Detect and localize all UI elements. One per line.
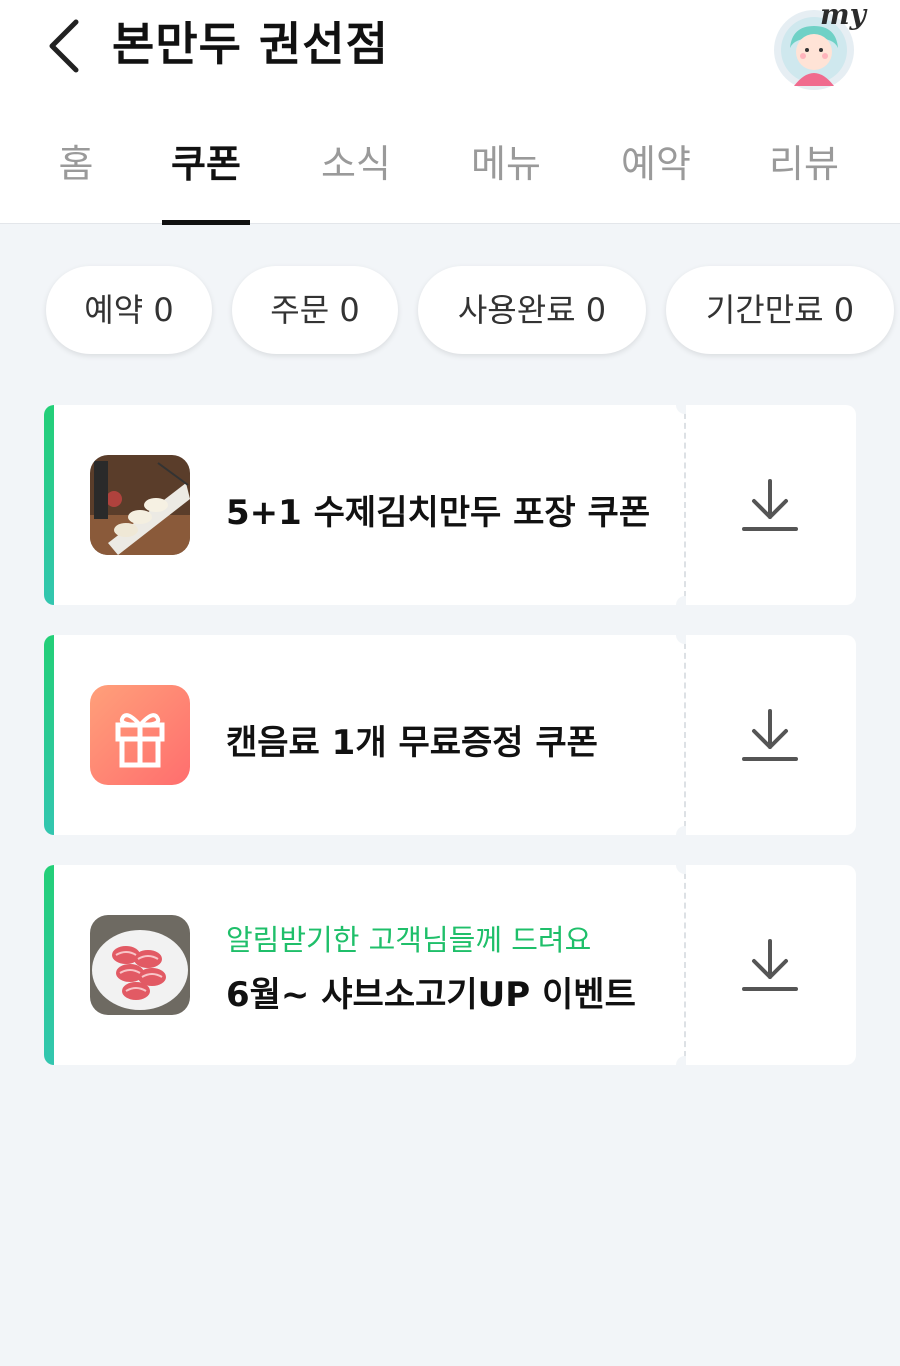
coupon-thumbnail-dumpling: [90, 455, 190, 555]
coupon-title: 5+1 수제김치만두 포장 쿠폰: [226, 493, 651, 533]
tab-news[interactable]: 소식: [312, 134, 400, 194]
coupon-body[interactable]: 5+1 수제김치만두 포장 쿠폰: [44, 405, 686, 605]
page-title: 본만두 권선점: [112, 17, 389, 71]
coupon-accent-bar: [44, 405, 54, 605]
coupon-title: 캔음료 1개 무료증정 쿠폰: [226, 723, 598, 763]
app-header: 본만두 권선점 my 홈 쿠폰 소식 메뉴 예약 리뷰: [0, 0, 900, 225]
coupon-card: 캔음료 1개 무료증정 쿠폰: [44, 626, 856, 844]
tab-reservation[interactable]: 예약: [612, 134, 700, 194]
filter-order[interactable]: 주문 0: [232, 266, 398, 354]
download-icon: [742, 939, 798, 991]
filter-reservation[interactable]: 예약 0: [46, 266, 212, 354]
coupon-card: 알림받기한 고객님들께 드려요 6월~ 샤브소고기UP 이벤트: [44, 856, 856, 1074]
coupon-download-button[interactable]: [686, 865, 856, 1065]
coupon-thumbnail-gift: [90, 685, 190, 785]
tab-review[interactable]: 리뷰: [760, 134, 848, 194]
tab-home[interactable]: 홈: [50, 134, 102, 194]
coupon-accent-bar: [44, 635, 54, 835]
tab-menu[interactable]: 메뉴: [462, 134, 550, 194]
beef-photo-icon: [90, 915, 190, 1015]
back-button[interactable]: [36, 14, 92, 78]
coupon-card: 5+1 수제김치만두 포장 쿠폰: [44, 396, 856, 614]
coupon-download-button[interactable]: [686, 635, 856, 835]
download-icon: [742, 709, 798, 761]
gift-icon: [115, 713, 165, 768]
coupon-body[interactable]: 알림받기한 고객님들께 드려요 6월~ 샤브소고기UP 이벤트: [44, 865, 686, 1065]
chevron-left-icon: [49, 19, 79, 73]
filter-expired[interactable]: 기간만료 0: [666, 266, 894, 354]
filter-used[interactable]: 사용완료 0: [418, 266, 646, 354]
coupon-body[interactable]: 캔음료 1개 무료증정 쿠폰: [44, 635, 686, 835]
coupon-accent-bar: [44, 865, 54, 1065]
coupon-download-button[interactable]: [686, 405, 856, 605]
tab-bar: 홈 쿠폰 소식 메뉴 예약 리뷰: [0, 124, 900, 225]
my-profile-button[interactable]: my: [772, 0, 866, 94]
active-tab-indicator: [162, 220, 250, 225]
avatar-badge: my: [820, 0, 866, 31]
dumpling-photo-icon: [90, 455, 190, 555]
coupon-thumbnail-beef: [90, 915, 190, 1015]
coupon-title: 6월~ 샤브소고기UP 이벤트: [226, 975, 636, 1015]
coupon-subtitle: 알림받기한 고객님들께 드려요: [226, 923, 592, 957]
download-icon: [742, 479, 798, 531]
tab-coupon[interactable]: 쿠폰: [162, 134, 250, 194]
